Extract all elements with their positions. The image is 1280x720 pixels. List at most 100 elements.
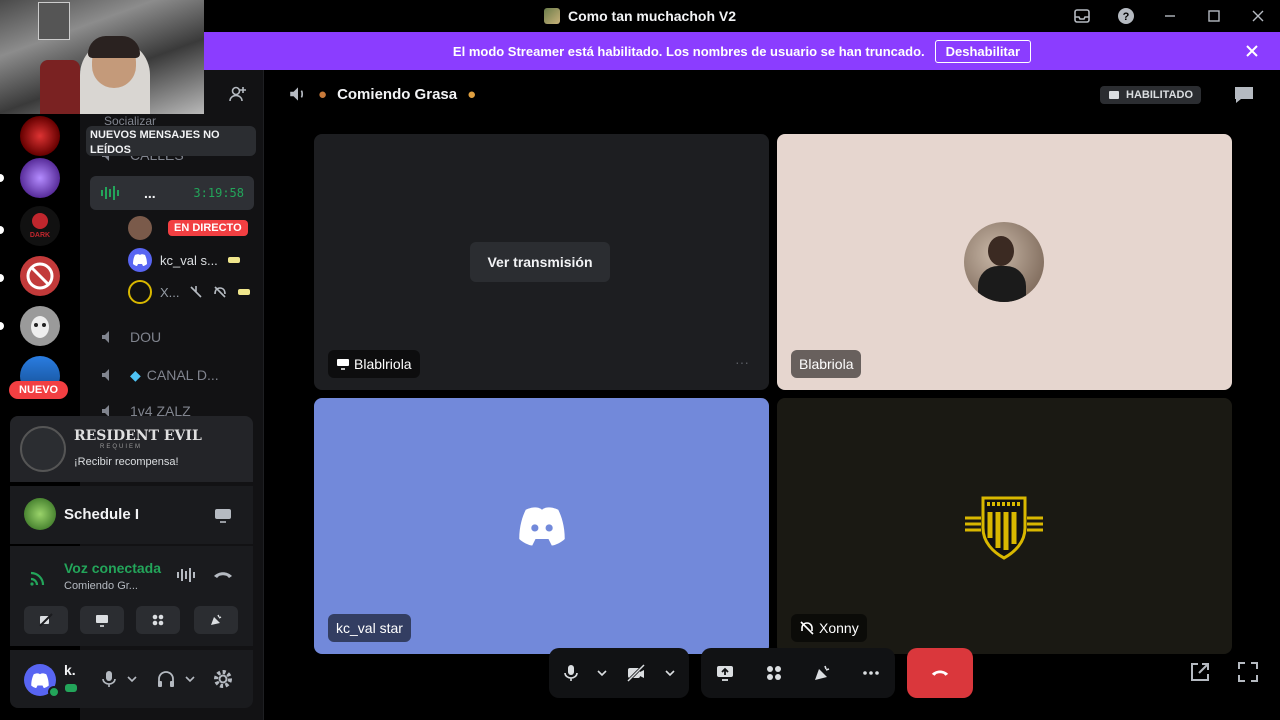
share-screen-button[interactable] (703, 648, 747, 698)
microphone-icon[interactable] (100, 670, 118, 688)
inbox-icon[interactable] (1060, 0, 1104, 32)
fullscreen-icon[interactable] (1236, 660, 1260, 684)
reward-promo[interactable]: RESIDENT EVIL REQUIEM ¡Recibir recompens… (10, 416, 253, 482)
speaker-icon (102, 331, 109, 343)
minimize-icon[interactable] (1148, 0, 1192, 32)
soundboard-button[interactable] (194, 606, 238, 634)
channel-dou[interactable]: DOU (100, 328, 161, 346)
microphone-button[interactable] (549, 648, 593, 698)
share-screen-button[interactable] (80, 606, 124, 634)
member-row[interactable]: kc_val s... (128, 248, 242, 272)
unread-pill (0, 322, 4, 330)
online-status-icon (48, 686, 60, 698)
close-window-icon[interactable] (1236, 0, 1280, 32)
activity-icon (237, 289, 250, 295)
video-off-button[interactable] (24, 606, 68, 634)
new-badge[interactable]: NUEVO (9, 381, 69, 399)
more-options-icon[interactable]: ··· (735, 354, 749, 370)
noise-suppression-icon[interactable] (176, 566, 198, 584)
activities-button[interactable] (752, 648, 796, 698)
stream-tile[interactable]: Ver transmisión Blablriola ··· (314, 134, 769, 390)
voice-panel: Voz conectada Comiendo Gr... (10, 546, 253, 646)
tile-label: kc_val star (328, 614, 411, 642)
gear-icon[interactable] (212, 668, 234, 690)
disconnect-icon[interactable] (212, 566, 234, 584)
member-name: kc_val s... (160, 252, 218, 268)
activity-name: Schedule I (64, 506, 140, 523)
chat-bubble-icon[interactable] (1232, 84, 1256, 106)
voice-status[interactable]: Voz conectada (64, 560, 161, 576)
drumstick-icon: ● (318, 85, 328, 103)
avatar (128, 280, 152, 304)
close-banner-icon[interactable] (1242, 41, 1262, 61)
channel-active[interactable]: ... 3:19:58 (90, 176, 254, 210)
add-friend-icon[interactable] (228, 84, 248, 104)
soundboard-button[interactable] (800, 648, 844, 698)
speaker-icon (102, 369, 109, 381)
team-crest-icon (965, 496, 1043, 560)
tile-label: Blablriola (328, 350, 420, 378)
camera-icon (1109, 91, 1119, 99)
user-tile[interactable]: kc_val star (314, 398, 769, 654)
disconnect-call-button[interactable] (907, 648, 973, 698)
activity-panel[interactable]: Schedule I (10, 486, 253, 544)
speaker-icon (290, 87, 303, 101)
watch-stream-button[interactable]: Ver transmisión (470, 242, 610, 282)
disable-streamer-mode-button[interactable]: Deshabilitar (934, 39, 1032, 63)
tile-label: Xonny (791, 614, 867, 642)
user-tile[interactable]: Blabriola (777, 134, 1232, 390)
channel-label: DOU (130, 329, 162, 345)
burger-icon: ● (467, 85, 477, 103)
connection-icon (30, 571, 45, 586)
popout-icon[interactable] (1188, 660, 1212, 684)
server-icon-4[interactable] (20, 256, 60, 296)
help-icon[interactable]: ? (1104, 0, 1148, 32)
channel-label: CANAL D... (146, 367, 219, 383)
chevron-down-icon[interactable] (126, 674, 138, 684)
svg-text:DARK: DARK (30, 232, 50, 239)
maximize-icon[interactable] (1192, 0, 1236, 32)
tile-name: Xonny (819, 620, 859, 636)
chevron-down-icon[interactable] (661, 648, 679, 698)
activity-controls (701, 648, 895, 698)
stream-enabled-badge[interactable]: HABILITADO (1100, 86, 1202, 104)
tile-name: Blabriola (799, 356, 854, 372)
svg-text:?: ? (1123, 11, 1130, 23)
camera-off-button[interactable] (611, 648, 661, 698)
server-icon-2[interactable] (20, 158, 60, 198)
channel-title: Comiendo Grasa (337, 85, 458, 103)
screen-share-icon[interactable] (214, 506, 232, 524)
server-icon-dark-side[interactable]: DARK (20, 206, 60, 246)
voice-active-icon (101, 186, 119, 200)
user-tile[interactable]: Xonny (777, 398, 1232, 654)
member-row[interactable]: EN DIRECTO (128, 216, 248, 240)
diamond-icon: ◆ (130, 366, 141, 383)
deafened-icon (213, 286, 226, 298)
server-icon-5[interactable] (20, 306, 60, 346)
member-row[interactable]: X... (128, 280, 252, 304)
webcam-overlay (0, 0, 204, 114)
avatar (964, 222, 1044, 302)
discord-avatar (128, 248, 152, 272)
username[interactable]: k. (64, 662, 76, 678)
game-subtitle: REQUIEM (100, 444, 143, 450)
activity-icon (227, 257, 240, 263)
more-options-button[interactable] (849, 648, 893, 698)
voice-channel: Comiendo Gr... (64, 580, 138, 592)
streamer-mode-banner: El modo Streamer está habilitado. Los no… (204, 32, 1280, 70)
game-icon (24, 498, 56, 530)
channel-canal-d[interactable]: ◆ CANAL D... (100, 366, 219, 384)
game-title: RESIDENT EVIL (74, 428, 202, 444)
server-icon-1[interactable] (20, 116, 60, 156)
headphones-icon[interactable] (156, 670, 176, 688)
avatar (128, 216, 152, 240)
deafened-icon (800, 621, 814, 635)
tile-label: Blabriola (791, 350, 862, 378)
voice-channel-main: ● Comiendo Grasa ● HABILITADO Ver transm… (264, 70, 1280, 720)
banner-message: El modo Streamer está habilitado. Los no… (452, 43, 925, 59)
activities-button[interactable] (136, 606, 180, 634)
chevron-down-icon[interactable] (184, 674, 196, 684)
new-messages-bar[interactable]: NUEVOS MENSAJES NO LEÍDOS (86, 126, 256, 156)
chevron-down-icon[interactable] (593, 648, 611, 698)
controller-icon (65, 684, 77, 692)
